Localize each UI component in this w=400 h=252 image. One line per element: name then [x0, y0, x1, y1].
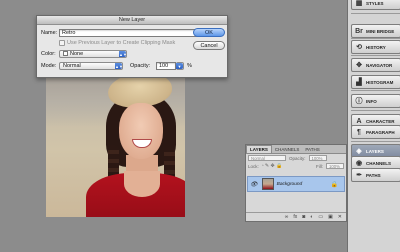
- panel-label: PATHS: [366, 172, 381, 178]
- panel-label: STYLES: [366, 0, 384, 6]
- lock-row: Lock: ▫ ✎ ✥ 🔒 Fill: 100%: [246, 162, 346, 170]
- dialog-title: New Layer: [37, 16, 227, 25]
- eye-icon[interactable]: 👁: [250, 181, 258, 188]
- ok-button[interactable]: OK: [193, 28, 225, 37]
- tab-layers[interactable]: LAYERS: [246, 145, 272, 153]
- opacity-field[interactable]: 100%: [308, 155, 327, 161]
- name-label: Name:: [41, 30, 58, 36]
- folder-icon[interactable]: ▭: [318, 214, 323, 220]
- blend-row: Normal Opacity: 100%: [246, 154, 346, 162]
- panel-label: LAYERS: [366, 148, 384, 154]
- color-label: Color:: [41, 51, 56, 57]
- layers-icon: ◈: [356, 148, 362, 155]
- navigator-icon: ✥: [356, 62, 362, 69]
- panel-divider: [351, 13, 400, 14]
- panel-label: CHANNELS: [366, 160, 392, 166]
- mode-label: Mode:: [41, 63, 57, 69]
- layer-name: Background: [276, 181, 303, 187]
- chevron-down-icon: ▲▼: [115, 63, 123, 69]
- fx-icon[interactable]: fx: [293, 214, 297, 220]
- color-select[interactable]: None ▲▼: [59, 50, 127, 58]
- panel-label: HISTOGRAM: [366, 79, 394, 85]
- panel-label: NAVIGATOR: [366, 62, 393, 68]
- canvas-photo: [46, 67, 185, 217]
- chevron-down-icon: ▲▼: [119, 51, 127, 57]
- opacity-label: Opacity:: [289, 155, 306, 161]
- mask-icon[interactable]: ◙: [302, 214, 305, 220]
- histogram-icon: ▟: [356, 79, 362, 86]
- panel-divider: [351, 110, 400, 111]
- clipping-mask-checkbox[interactable]: [59, 40, 65, 46]
- panel-label: MINI BRIDGE: [366, 28, 395, 34]
- color-value: None: [70, 51, 84, 57]
- info-icon: ⓘ: [355, 98, 363, 105]
- layer-thumbnail: [261, 178, 274, 190]
- panel-divider: [351, 38, 400, 39]
- opacity-slider-toggle[interactable]: ▼: [176, 62, 184, 70]
- adjustment-icon[interactable]: ◐: [310, 214, 313, 220]
- photo-chest: [124, 171, 160, 197]
- blend-mode-select[interactable]: Normal: [248, 155, 286, 161]
- tab-paths[interactable]: PATHS: [302, 146, 322, 153]
- paths-icon: ✒: [356, 172, 362, 179]
- panel-button-paths[interactable]: ✒ PATHS: [351, 168, 400, 182]
- panel-label: CHARACTER: [366, 118, 395, 124]
- layer-row-background[interactable]: 👁 Background 🔒: [247, 176, 345, 192]
- panel-divider: [351, 55, 400, 56]
- panel-button-mini-bridge[interactable]: Br MINI BRIDGE: [351, 24, 400, 38]
- layers-panel-tabs: LAYERS CHANNELS PATHS: [246, 145, 346, 154]
- layers-footer: ∞ fx ◙ ◐ ▭ ▣ ✕: [246, 212, 346, 221]
- panel-divider: [351, 141, 400, 142]
- channels-icon: ◉: [355, 160, 363, 167]
- color-swatch: [63, 51, 68, 57]
- panel-dock: ▦ STYLES Br MINI BRIDGE ⟲ HISTORY ✥ NAVI…: [347, 0, 400, 252]
- panel-label: HISTORY: [366, 44, 386, 50]
- panel-label: INFO: [366, 98, 377, 104]
- panel-button-histogram[interactable]: ▟ HISTOGRAM: [351, 75, 400, 89]
- history-icon: ⟲: [356, 44, 362, 51]
- link-icon[interactable]: ∞: [285, 214, 289, 220]
- opacity-label: Opacity:: [130, 63, 151, 69]
- opacity-unit: %: [187, 63, 192, 69]
- panel-label: PARAGRAPH: [366, 129, 395, 135]
- panel-button-navigator[interactable]: ✥ NAVIGATOR: [351, 58, 400, 72]
- photo-face: [119, 103, 163, 159]
- new-layer-dialog: New Layer Name: Retro Use Previous Layer…: [36, 15, 228, 78]
- mode-select[interactable]: Normal ▲▼: [59, 62, 123, 70]
- cancel-button[interactable]: Cancel: [193, 41, 225, 50]
- new-layer-icon[interactable]: ▣: [328, 214, 333, 220]
- panel-button-history[interactable]: ⟲ HISTORY: [351, 40, 400, 54]
- chevron-down-icon: ▼: [176, 63, 183, 69]
- character-icon: A: [356, 117, 362, 125]
- panel-button-styles[interactable]: ▦ STYLES: [351, 0, 400, 10]
- trash-icon[interactable]: ✕: [338, 214, 342, 220]
- styles-icon: ▦: [355, 0, 363, 7]
- clipping-mask-label: Use Previous Layer to Create Clipping Ma…: [67, 40, 176, 46]
- panel-divider: [351, 90, 400, 91]
- lock-label: Lock:: [248, 163, 259, 169]
- layers-panel: LAYERS CHANNELS PATHS Normal Opacity: 10…: [245, 144, 347, 222]
- fill-field[interactable]: 100%: [326, 163, 344, 169]
- paragraph-icon: ¶: [357, 128, 361, 136]
- panel-button-info[interactable]: ⓘ INFO: [351, 94, 400, 108]
- opacity-input[interactable]: 100: [156, 62, 176, 70]
- lock-icon: 🔒: [330, 181, 338, 188]
- bridge-icon: Br: [355, 27, 363, 35]
- lock-icon[interactable]: ▫ ✎ ✥ 🔒: [262, 163, 283, 169]
- fill-label: Fill:: [316, 163, 323, 169]
- tab-channels[interactable]: CHANNELS: [272, 146, 303, 153]
- layer-name-input[interactable]: Retro: [59, 29, 200, 37]
- panel-button-paragraph[interactable]: ¶ PARAGRAPH: [351, 125, 400, 139]
- mode-value: Normal: [63, 63, 81, 69]
